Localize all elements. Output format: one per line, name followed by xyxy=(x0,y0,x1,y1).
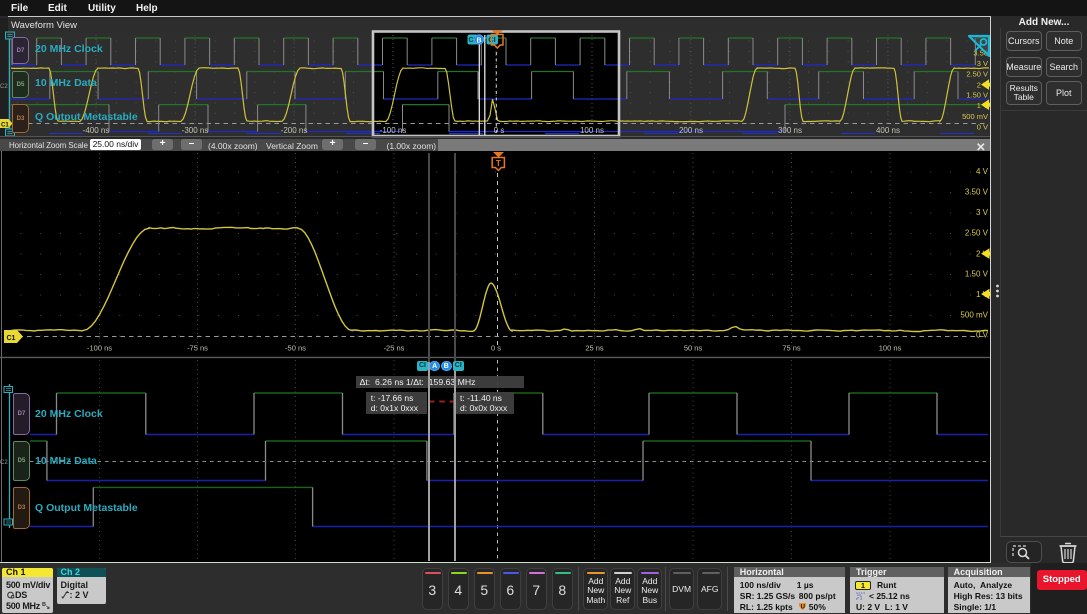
svg-text:4 V: 4 V xyxy=(976,167,989,176)
svg-text:75 ns: 75 ns xyxy=(782,344,801,353)
svg-text:-300 ns: -300 ns xyxy=(182,126,209,135)
svg-text:500 mV: 500 mV xyxy=(960,311,988,320)
svg-text:C1: C1 xyxy=(7,335,16,342)
svg-text:500 mV: 500 mV xyxy=(962,112,988,121)
svg-text:-25 ns: -25 ns xyxy=(384,344,405,353)
svg-text:1.50 V: 1.50 V xyxy=(965,270,989,279)
svg-text:C1: C1 xyxy=(1,123,9,129)
svg-text:-100 ns: -100 ns xyxy=(380,126,407,135)
svg-text:3 V: 3 V xyxy=(976,208,989,217)
svg-text:0 V: 0 V xyxy=(977,123,988,132)
svg-text:0 s: 0 s xyxy=(491,344,501,353)
svg-text:-50 ns: -50 ns xyxy=(285,344,306,353)
svg-text:50 ns: 50 ns xyxy=(684,344,703,353)
svg-text:2.50 V: 2.50 V xyxy=(965,229,989,238)
svg-text:1.50 V: 1.50 V xyxy=(966,91,988,100)
svg-text:-100 ns: -100 ns xyxy=(87,344,112,353)
svg-text:0 V: 0 V xyxy=(976,331,989,340)
svg-text:C2: C2 xyxy=(0,460,8,466)
svg-text:100 ns: 100 ns xyxy=(580,126,604,135)
svg-text:0 s: 0 s xyxy=(494,126,505,135)
svg-text:T: T xyxy=(496,159,501,168)
svg-text:B: B xyxy=(42,602,46,608)
svg-text:-200 ns: -200 ns xyxy=(281,126,308,135)
svg-text:-75 ns: -75 ns xyxy=(187,344,208,353)
svg-text:U: U xyxy=(800,605,804,611)
svg-text:2.50 V: 2.50 V xyxy=(966,70,988,79)
svg-text:-400 ns: -400 ns xyxy=(83,126,110,135)
svg-text:B: B xyxy=(476,37,481,44)
svg-text:3 V: 3 V xyxy=(977,59,988,68)
svg-text:200 ns: 200 ns xyxy=(679,126,703,135)
svg-text:400 ns: 400 ns xyxy=(876,126,900,135)
svg-text:C2: C2 xyxy=(0,84,8,90)
svg-text:25 ns: 25 ns xyxy=(585,344,604,353)
svg-text:300 ns: 300 ns xyxy=(778,126,802,135)
svg-text:3.50 V: 3.50 V xyxy=(965,188,989,197)
svg-text:100 ns: 100 ns xyxy=(879,344,902,353)
